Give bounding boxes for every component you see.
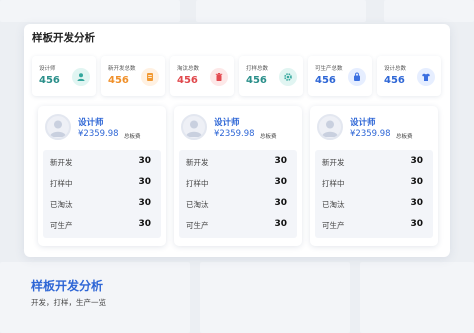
list-item: 新开发 30 [315,152,433,172]
row-value: 30 [138,198,151,208]
designer-name: 设计师 [78,118,104,128]
designer-cards: 设计师 ¥2359.98 总板费 新开发 30 打样中 30 已淘汰 30 可生… [38,106,438,246]
amount-label: 总板费 [396,134,413,140]
list-item: 打样中 30 [43,173,161,193]
amount-label: 总板费 [260,134,277,140]
row-value: 30 [274,177,287,187]
list-item: 新开发 30 [43,152,161,172]
designer-name: 设计师 [350,118,376,128]
stat-card-producible[interactable]: 可生产总数 456 [308,56,372,96]
list-item: 打样中 30 [179,173,297,193]
stat-value: 456 [315,75,336,86]
panel-title: 样板开发分析 [32,32,95,44]
row-label: 新开发 [50,158,73,167]
row-value: 30 [410,177,423,187]
list-item: 打样中 30 [315,173,433,193]
stat-label: 设计总数 [384,66,407,72]
designer-amount: ¥2359.98 [214,129,255,139]
row-label: 可生产 [322,221,345,230]
background-tile [200,262,350,333]
list-item: 可生产 30 [315,215,433,235]
list-item: 新开发 30 [179,152,297,172]
list-item: 可生产 30 [179,215,297,235]
row-label: 新开发 [186,158,209,167]
avatar [181,114,207,140]
designer-card[interactable]: 设计师 ¥2359.98 总板费 新开发 30 打样中 30 已淘汰 30 可生… [174,106,302,246]
list-item: 可生产 30 [43,215,161,235]
stat-label: 可生产总数 [315,66,343,72]
status-list: 新开发 30 打样中 30 已淘汰 30 可生产 30 [43,150,161,238]
stat-card-new-development[interactable]: 新开发总数 456 [101,56,165,96]
stat-label: 新开发总数 [108,66,136,72]
background-tile [196,0,366,22]
avatar [317,114,343,140]
status-list: 新开发 30 打样中 30 已淘汰 30 可生产 30 [315,150,433,238]
stat-label: 淘汰总数 [177,66,200,72]
footer-title: 样板开发分析 [31,279,104,293]
bag-icon [348,68,366,86]
list-item: 已淘汰 30 [179,194,297,214]
row-value: 30 [138,219,151,229]
row-label: 已淘汰 [322,200,345,209]
shirt-icon [417,68,435,86]
stat-card-designers[interactable]: 设计师 456 [32,56,96,96]
status-list: 新开发 30 打样中 30 已淘汰 30 可生产 30 [179,150,297,238]
stat-label: 打样总数 [246,66,269,72]
stat-label: 设计师 [39,66,56,72]
gear-icon [279,68,297,86]
row-value: 30 [138,156,151,166]
users-icon [72,68,90,86]
row-label: 已淘汰 [186,200,209,209]
row-value: 30 [138,177,151,187]
row-value: 30 [410,198,423,208]
designer-amount: ¥2359.98 [350,129,391,139]
list-item: 已淘汰 30 [315,194,433,214]
row-label: 打样中 [50,179,73,188]
row-value: 30 [410,219,423,229]
designer-card[interactable]: 设计师 ¥2359.98 总板费 新开发 30 打样中 30 已淘汰 30 可生… [310,106,438,246]
background-tile [360,262,474,333]
stat-value: 456 [177,75,198,86]
avatar [45,114,71,140]
row-value: 30 [274,198,287,208]
row-label: 已淘汰 [50,200,73,209]
stat-value: 456 [246,75,267,86]
row-label: 打样中 [186,179,209,188]
stat-value: 456 [108,75,129,86]
trash-icon [210,68,228,86]
row-value: 30 [274,219,287,229]
row-label: 可生产 [50,221,73,230]
background-tile [384,0,474,22]
row-label: 打样中 [322,179,345,188]
designer-card[interactable]: 设计师 ¥2359.98 总板费 新开发 30 打样中 30 已淘汰 30 可生… [38,106,166,246]
row-value: 30 [410,156,423,166]
row-value: 30 [274,156,287,166]
designer-amount: ¥2359.98 [78,129,119,139]
list-item: 已淘汰 30 [43,194,161,214]
background-tile [0,0,180,22]
stat-value: 456 [384,75,405,86]
stat-card-eliminated[interactable]: 淘汰总数 456 [170,56,234,96]
stats-row: 设计师 456 新开发总数 456 淘汰总数 456 打样总数 456 可生产总… [32,56,442,96]
footer-subtitle: 开发，打样，生产一览 [31,298,106,307]
analysis-panel: 样板开发分析 设计师 456 新开发总数 456 淘汰总数 456 打样总数 4… [24,24,450,257]
stat-card-sampling[interactable]: 打样总数 456 [239,56,303,96]
stat-value: 456 [39,75,60,86]
stat-card-designs[interactable]: 设计总数 456 [377,56,441,96]
document-icon [141,68,159,86]
row-label: 可生产 [186,221,209,230]
row-label: 新开发 [322,158,345,167]
amount-label: 总板费 [124,134,141,140]
designer-name: 设计师 [214,118,240,128]
